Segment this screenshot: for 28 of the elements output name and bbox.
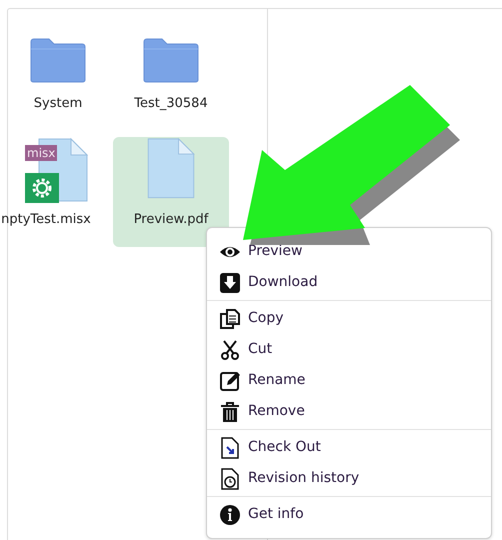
file-badge: misx <box>25 145 58 161</box>
scissors-icon <box>219 338 241 360</box>
file-name: Preview.pdf <box>134 210 208 228</box>
gear-icon <box>25 173 59 203</box>
menu-item[interactable]: Get info <box>207 499 491 530</box>
menu-item[interactable]: Rename <box>207 365 491 396</box>
file-name: nptyTest.misx <box>1 210 91 228</box>
document-arrow-icon <box>219 436 241 458</box>
file-item[interactable]: System <box>8 21 108 131</box>
folder-icon <box>142 36 200 84</box>
menu-item[interactable]: Cut <box>207 334 491 365</box>
file-item[interactable]: Test_30584 <box>113 21 229 131</box>
copy-icon <box>219 308 241 330</box>
menu-item[interactable]: Copy <box>207 303 491 334</box>
document-icon <box>145 137 197 200</box>
trash-icon <box>219 400 241 422</box>
file-name: Test_30584 <box>134 94 208 112</box>
menu-item[interactable]: Remove <box>207 396 491 427</box>
menu-item[interactable]: Check Out <box>207 432 491 463</box>
file-item[interactable]: Preview.pdf <box>113 137 229 247</box>
edit-icon <box>219 370 241 392</box>
menu-item[interactable]: Revision history <box>207 463 491 494</box>
document-clock-icon <box>219 468 241 490</box>
info-icon <box>219 504 241 526</box>
download-icon <box>219 272 241 294</box>
file-name: System <box>34 94 82 112</box>
folder-icon <box>29 36 87 84</box>
menu-item[interactable]: Download <box>207 267 491 298</box>
